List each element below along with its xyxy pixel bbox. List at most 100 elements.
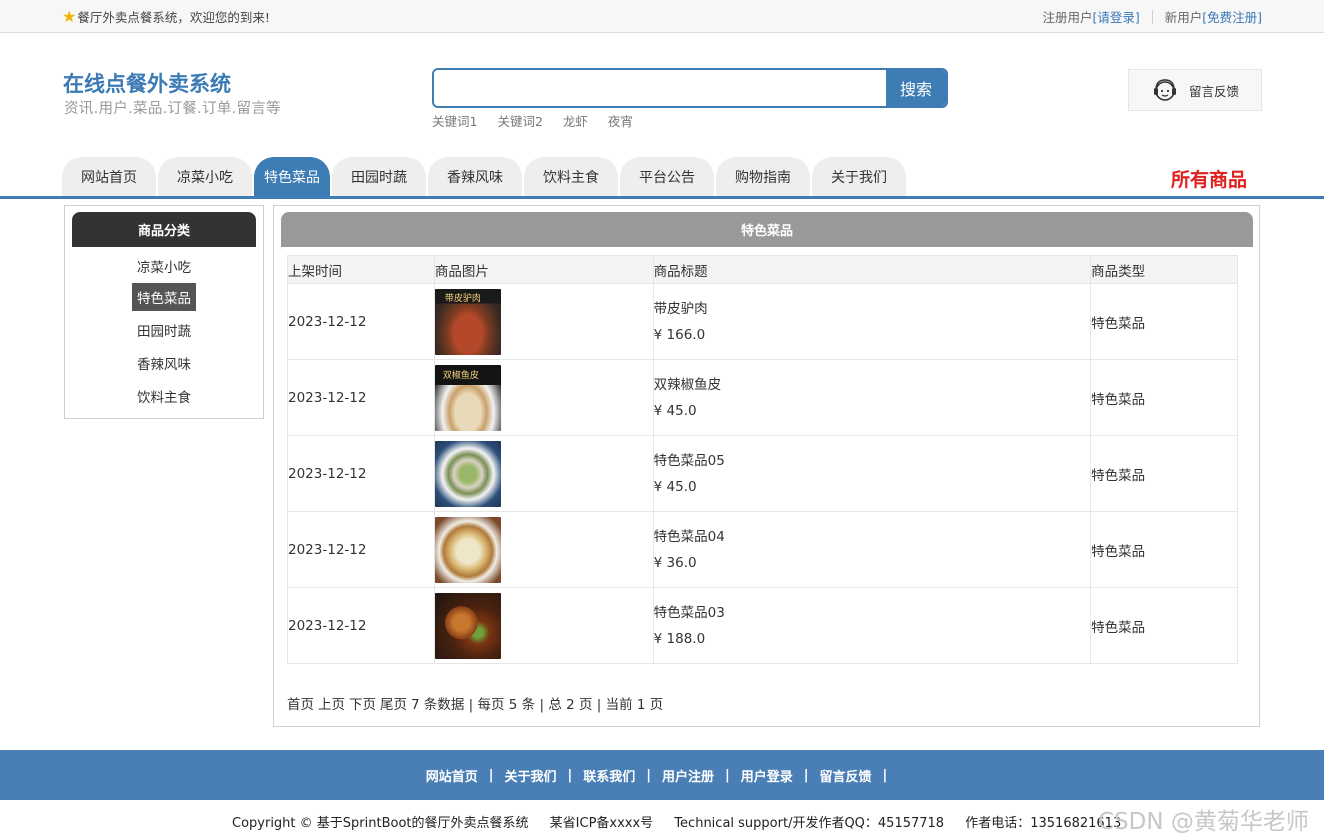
registered-user-label: 注册用户 <box>1042 10 1093 25</box>
new-user-label: 新用户 <box>1164 10 1203 25</box>
divider: | <box>567 767 573 783</box>
keyword-link[interactable]: 关键词2 <box>497 111 542 130</box>
column-header-title: 商品标题 <box>652 255 1092 284</box>
sidebar-item-cold-dishes[interactable]: 凉菜小吃 <box>65 252 263 280</box>
divider <box>1151 9 1153 24</box>
keyword-link[interactable]: 关键词1 <box>432 111 477 130</box>
cell-date: 2023-12-12 <box>287 587 435 664</box>
pager-next[interactable]: 下页 <box>349 693 376 713</box>
cell-date: 2023-12-12 <box>287 511 435 588</box>
cell-type: 特色菜品 <box>1090 435 1238 512</box>
dish-title-link[interactable]: 特色菜品04 <box>654 524 1090 550</box>
nav-tab-home[interactable]: 网站首页 <box>62 157 156 197</box>
footer-link-login[interactable]: 用户登录 <box>741 766 793 785</box>
nav-tab-specialty[interactable]: 特色菜品 <box>254 157 330 197</box>
divider: | <box>882 767 888 783</box>
nav-tab-spicy[interactable]: 香辣风味 <box>428 157 522 197</box>
goods-table: 上架时间 商品图片 商品标题 商品类型 2023-12-12 带皮驴肉 带皮驴肉… <box>287 255 1238 664</box>
cell-title: 特色菜品04 ¥ 36.0 <box>652 511 1092 588</box>
keyword-link[interactable]: 夜宵 <box>608 111 633 130</box>
account-links: 注册用户 [请登录] 新用户 [免费注册] <box>1042 7 1262 26</box>
nav-tab-announcements[interactable]: 平台公告 <box>620 157 714 197</box>
column-header-image: 商品图片 <box>433 255 654 284</box>
sidebar-item-drinks-staples[interactable]: 饮料主食 <box>65 382 263 410</box>
site-subtitle: 资讯.用户.菜品.订餐.订单.留言等 <box>64 101 281 117</box>
footer-link-home[interactable]: 网站首页 <box>426 766 478 785</box>
sidebar-item-label: 香辣风味 <box>137 357 191 373</box>
site-title[interactable]: 在线点餐外卖系统 <box>63 68 231 98</box>
cell-image <box>433 587 654 664</box>
footer-nav: 网站首页 | 关于我们 | 联系我们 | 用户注册 | 用户登录 | 留言反馈 | <box>0 750 1324 800</box>
pager-last[interactable]: 尾页 <box>380 693 407 713</box>
sidebar-item-specialty[interactable]: 特色菜品 <box>65 283 263 311</box>
panel-title: 特色菜品 <box>281 212 1253 247</box>
dish-title-link[interactable]: 带皮驴肉 <box>654 296 1090 322</box>
cell-date: 2023-12-12 <box>287 435 435 512</box>
dish-title-link[interactable]: 特色菜品05 <box>654 448 1090 474</box>
dish-image[interactable] <box>434 592 501 659</box>
cell-image: 带皮驴肉 <box>433 283 654 360</box>
cell-title: 双辣椒鱼皮 ¥ 45.0 <box>652 359 1092 436</box>
pagination: 首页 上页 下页 尾页 7 条数据 | 每页 5 条 | 总 2 页 | 当前 … <box>287 693 663 713</box>
nav-tab-cold-dishes[interactable]: 凉菜小吃 <box>158 157 252 197</box>
sidebar-item-spicy[interactable]: 香辣风味 <box>65 349 263 377</box>
footer-link-register[interactable]: 用户注册 <box>662 766 714 785</box>
cell-type: 特色菜品 <box>1090 283 1238 360</box>
divider: | <box>646 767 651 783</box>
keyword-link[interactable]: 龙虾 <box>563 111 588 130</box>
table-row: 2023-12-12 特色菜品05 ¥ 45.0 特色菜品 <box>287 435 1238 512</box>
cell-image <box>433 435 654 512</box>
search-button[interactable]: 搜索 <box>886 70 946 106</box>
cell-title: 特色菜品05 ¥ 45.0 <box>652 435 1092 512</box>
cell-date: 2023-12-12 <box>287 283 435 360</box>
dish-price: ¥ 36.0 <box>653 554 697 571</box>
cell-type: 特色菜品 <box>1090 511 1238 588</box>
dish-price: ¥ 166.0 <box>653 326 706 343</box>
hot-keywords: 关键词1 关键词2 龙虾 夜宵 <box>432 111 633 130</box>
nav-tab-about[interactable]: 关于我们 <box>812 157 906 197</box>
table-header-row: 上架时间 商品图片 商品标题 商品类型 <box>287 255 1238 284</box>
cell-image: 双椒鱼皮 <box>433 359 654 436</box>
table-row: 2023-12-12 特色菜品03 ¥ 188.0 特色菜品 <box>287 587 1238 664</box>
nav-tab-vegetables[interactable]: 田园时蔬 <box>332 157 426 197</box>
dish-image[interactable] <box>434 440 501 507</box>
column-header-date: 上架时间 <box>287 255 435 284</box>
cell-title: 特色菜品03 ¥ 188.0 <box>652 587 1092 664</box>
pager-prev[interactable]: 上页 <box>318 693 345 713</box>
cell-type: 特色菜品 <box>1090 359 1238 436</box>
dish-image[interactable] <box>434 516 501 583</box>
top-bar: ★ 餐厅外卖点餐系统，欢迎您的到来! 注册用户 [请登录] 新用户 [免费注册] <box>0 0 1324 33</box>
all-goods-link[interactable]: 所有商品 <box>1171 165 1247 192</box>
cell-date: 2023-12-12 <box>287 359 435 436</box>
nav-tab-shopping-guide[interactable]: 购物指南 <box>716 157 810 197</box>
star-icon: ★ <box>62 6 77 26</box>
dish-image[interactable]: 带皮驴肉 <box>434 288 501 355</box>
dish-image[interactable]: 双椒鱼皮 <box>434 364 501 431</box>
goods-panel: 特色菜品 上架时间 商品图片 商品标题 商品类型 2023-12-12 带皮驴肉 <box>273 205 1260 727</box>
welcome-message: ★ 餐厅外卖点餐系统，欢迎您的到来! <box>62 7 270 26</box>
footer-link-feedback[interactable]: 留言反馈 <box>820 766 872 785</box>
column-header-type: 商品类型 <box>1090 255 1238 284</box>
footer-link-about[interactable]: 关于我们 <box>504 766 556 785</box>
watermark: CSDN @黄菊华老师 <box>1098 809 1309 835</box>
login-link[interactable]: [请登录] <box>1092 7 1139 26</box>
category-sidebar: 商品分类 凉菜小吃 特色菜品 田园时蔬 香辣风味 饮料主食 <box>64 205 264 419</box>
feedback-button[interactable]: 留言反馈 <box>1128 69 1262 111</box>
dish-price: ¥ 188.0 <box>653 630 706 647</box>
dish-price: ¥ 45.0 <box>653 478 697 495</box>
feedback-label: 留言反馈 <box>1189 83 1240 99</box>
search-input[interactable] <box>434 70 886 106</box>
dish-title-link[interactable]: 双辣椒鱼皮 <box>654 372 1090 398</box>
pager-first[interactable]: 首页 <box>287 693 314 713</box>
sidebar-item-vegetables[interactable]: 田园时蔬 <box>65 316 263 344</box>
copyright-text: Copyright © 基于SprintBoot的餐厅外卖点餐系统 <box>232 816 529 831</box>
nav-tab-drinks-staples[interactable]: 饮料主食 <box>524 157 618 197</box>
register-link[interactable]: [免费注册] <box>1202 7 1262 26</box>
cell-type: 特色菜品 <box>1090 587 1238 664</box>
sidebar-title: 商品分类 <box>72 212 256 247</box>
dish-title-link[interactable]: 特色菜品03 <box>654 600 1090 626</box>
table-row: 2023-12-12 双椒鱼皮 双辣椒鱼皮 ¥ 45.0 特色菜品 <box>287 359 1238 436</box>
footer-link-contact[interactable]: 联系我们 <box>583 766 635 785</box>
sidebar-item-label: 田园时蔬 <box>137 324 191 340</box>
table-row: 2023-12-12 特色菜品04 ¥ 36.0 特色菜品 <box>287 511 1238 588</box>
